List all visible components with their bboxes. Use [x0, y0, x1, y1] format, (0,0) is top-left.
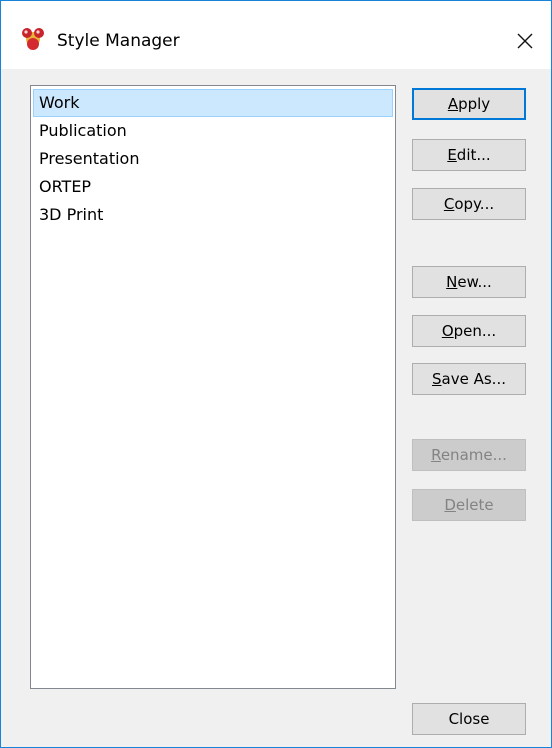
edit-label: dit... — [456, 146, 491, 164]
list-item-label: Presentation — [39, 149, 140, 168]
apply-mnemonic: A — [447, 95, 459, 113]
apply-button[interactable]: Apply — [412, 88, 526, 120]
edit-mnemonic: E — [447, 146, 457, 164]
dialog-title: Style Manager — [57, 31, 180, 51]
rename-button: Rename... — [412, 439, 526, 471]
rename-mnemonic: R — [431, 446, 441, 464]
save-as-mnemonic: S — [432, 370, 442, 388]
style-manager-dialog: Style Manager Work Publication Presentat… — [0, 0, 552, 748]
list-item-label: Work — [39, 93, 80, 112]
open-button[interactable]: Open... — [412, 315, 526, 347]
list-item-work[interactable]: Work — [33, 89, 393, 117]
close-button[interactable]: Close — [412, 703, 526, 735]
delete-label: elete — [455, 496, 494, 514]
rename-label: ename... — [440, 446, 507, 464]
close-window-button[interactable] — [507, 23, 543, 59]
delete-mnemonic: D — [444, 496, 456, 514]
list-item-label: Publication — [39, 121, 127, 140]
copy-label: opy... — [454, 195, 495, 213]
delete-button: Delete — [412, 489, 526, 521]
close-icon — [517, 33, 533, 49]
close-label: Close — [448, 710, 490, 728]
molecule-icon — [22, 28, 44, 50]
list-item-publication[interactable]: Publication — [33, 117, 393, 145]
new-button[interactable]: New... — [412, 266, 526, 298]
styles-list[interactable]: Work Publication Presentation ORTEP 3D P… — [30, 85, 396, 689]
edit-button[interactable]: Edit... — [412, 139, 526, 171]
new-mnemonic: N — [446, 273, 458, 291]
list-item-presentation[interactable]: Presentation — [33, 145, 393, 173]
list-item-label: 3D Print — [39, 205, 104, 224]
copy-mnemonic: C — [443, 195, 455, 213]
save-as-button[interactable]: Save As... — [412, 363, 526, 395]
list-item-label: ORTEP — [39, 177, 92, 196]
open-label: pen... — [453, 322, 497, 340]
list-item-ortep[interactable]: ORTEP — [33, 173, 393, 201]
apply-label: pply — [458, 95, 491, 113]
copy-button[interactable]: Copy... — [412, 188, 526, 220]
title-bar: Style Manager — [1, 1, 551, 69]
new-label: ew... — [457, 273, 492, 291]
list-item-3d-print[interactable]: 3D Print — [33, 201, 393, 229]
save-as-label: ave As... — [441, 370, 506, 388]
open-mnemonic: O — [441, 322, 454, 340]
